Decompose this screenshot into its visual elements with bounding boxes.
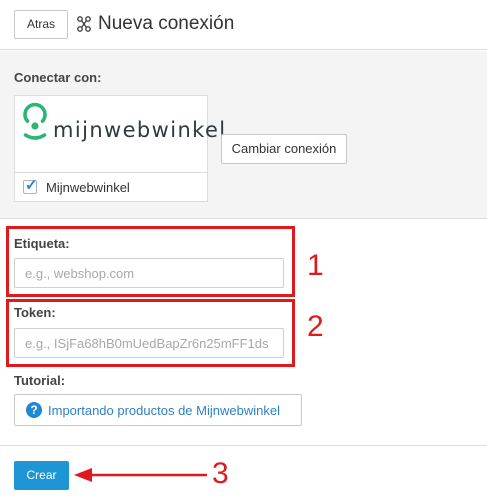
change-connection-button[interactable]: Cambiar conexión [221,134,347,164]
logo-wordmark: mijnwebwinkel [53,118,227,142]
annotation-box-1 [6,226,295,297]
create-button[interactable]: Crear [14,461,69,490]
provider-checkbox[interactable]: ✓ [23,177,38,194]
page-title: Nueva conexión [98,13,235,34]
back-button[interactable]: Atras [14,10,69,39]
tutorial-label: Tutorial: [14,373,66,388]
provider-name: Mijnwebwinkel [46,180,130,195]
annotation-arrow-icon [74,468,207,482]
annotation-number-3: 3 [212,457,229,490]
connection-icon [77,16,91,32]
question-circle-icon: ? [26,402,42,418]
card-divider [15,172,207,173]
annotation-number-2: 2 [307,310,324,343]
tutorial-link-button[interactable]: ? Importando productos de Mijnwebwinkel [14,394,302,426]
header-bar: Atras Nueva conexión [0,0,487,50]
annotation-box-2 [6,299,295,367]
provider-card[interactable]: mijnwebwinkel ✓ Mijnwebwinkel [14,95,225,202]
annotation-number-1: 1 [307,249,324,282]
checkmark-icon: ✓ [25,177,38,194]
mijnwebwinkel-logo: mijnwebwinkel [15,96,225,172]
connect-label: Conectar con: [14,70,102,85]
tutorial-link-text: Importando productos de Mijnwebwinkel [48,403,280,418]
footer-divider [0,445,487,446]
